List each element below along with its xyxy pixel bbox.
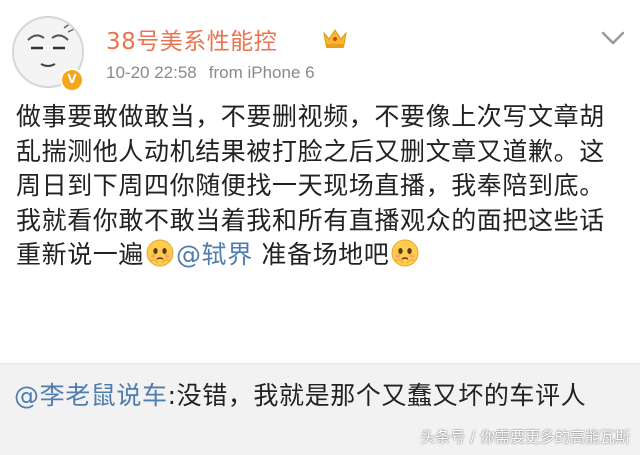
crown-icon[interactable] <box>322 27 348 49</box>
mention-link[interactable]: @轼界 <box>176 240 253 269</box>
weibo-post-card: V 38号美系性能控 10-20 22:58 from iPhone 6 做事要敢… <box>0 0 640 364</box>
repost-section[interactable]: @李老鼠说车:没错，我就是那个又蠢又坏的车评人 头条号 / 你需要更多的高能瓦斯 <box>0 364 640 455</box>
verified-badge-icon: V <box>60 68 84 92</box>
post-meta: 10-20 22:58 from iPhone 6 <box>106 63 315 83</box>
pleading-face-emoji-icon <box>146 239 174 267</box>
post-time: 10-20 22:58 <box>106 63 197 82</box>
pleading-face-emoji-icon <box>391 239 419 267</box>
post-content: 做事要敢做敢当，不要删视频，不要像上次写文章胡乱揣测他人动机结果被打脸之后又删文… <box>16 100 628 273</box>
repost-author-mention[interactable]: @李老鼠说车 <box>14 381 168 410</box>
post-source: from iPhone 6 <box>208 63 315 82</box>
repost-content: :没错，我就是那个又蠢又坏的车评人 <box>167 381 587 410</box>
repost-text: @李老鼠说车:没错，我就是那个又蠢又坏的车评人 <box>14 378 626 414</box>
author-name[interactable]: 38号美系性能控 <box>106 22 277 56</box>
post-text-tail: 准备场地吧 <box>252 240 390 269</box>
watermark: 头条号 / 你需要更多的高能瓦斯 <box>420 428 630 446</box>
chevron-down-icon[interactable] <box>600 30 626 46</box>
